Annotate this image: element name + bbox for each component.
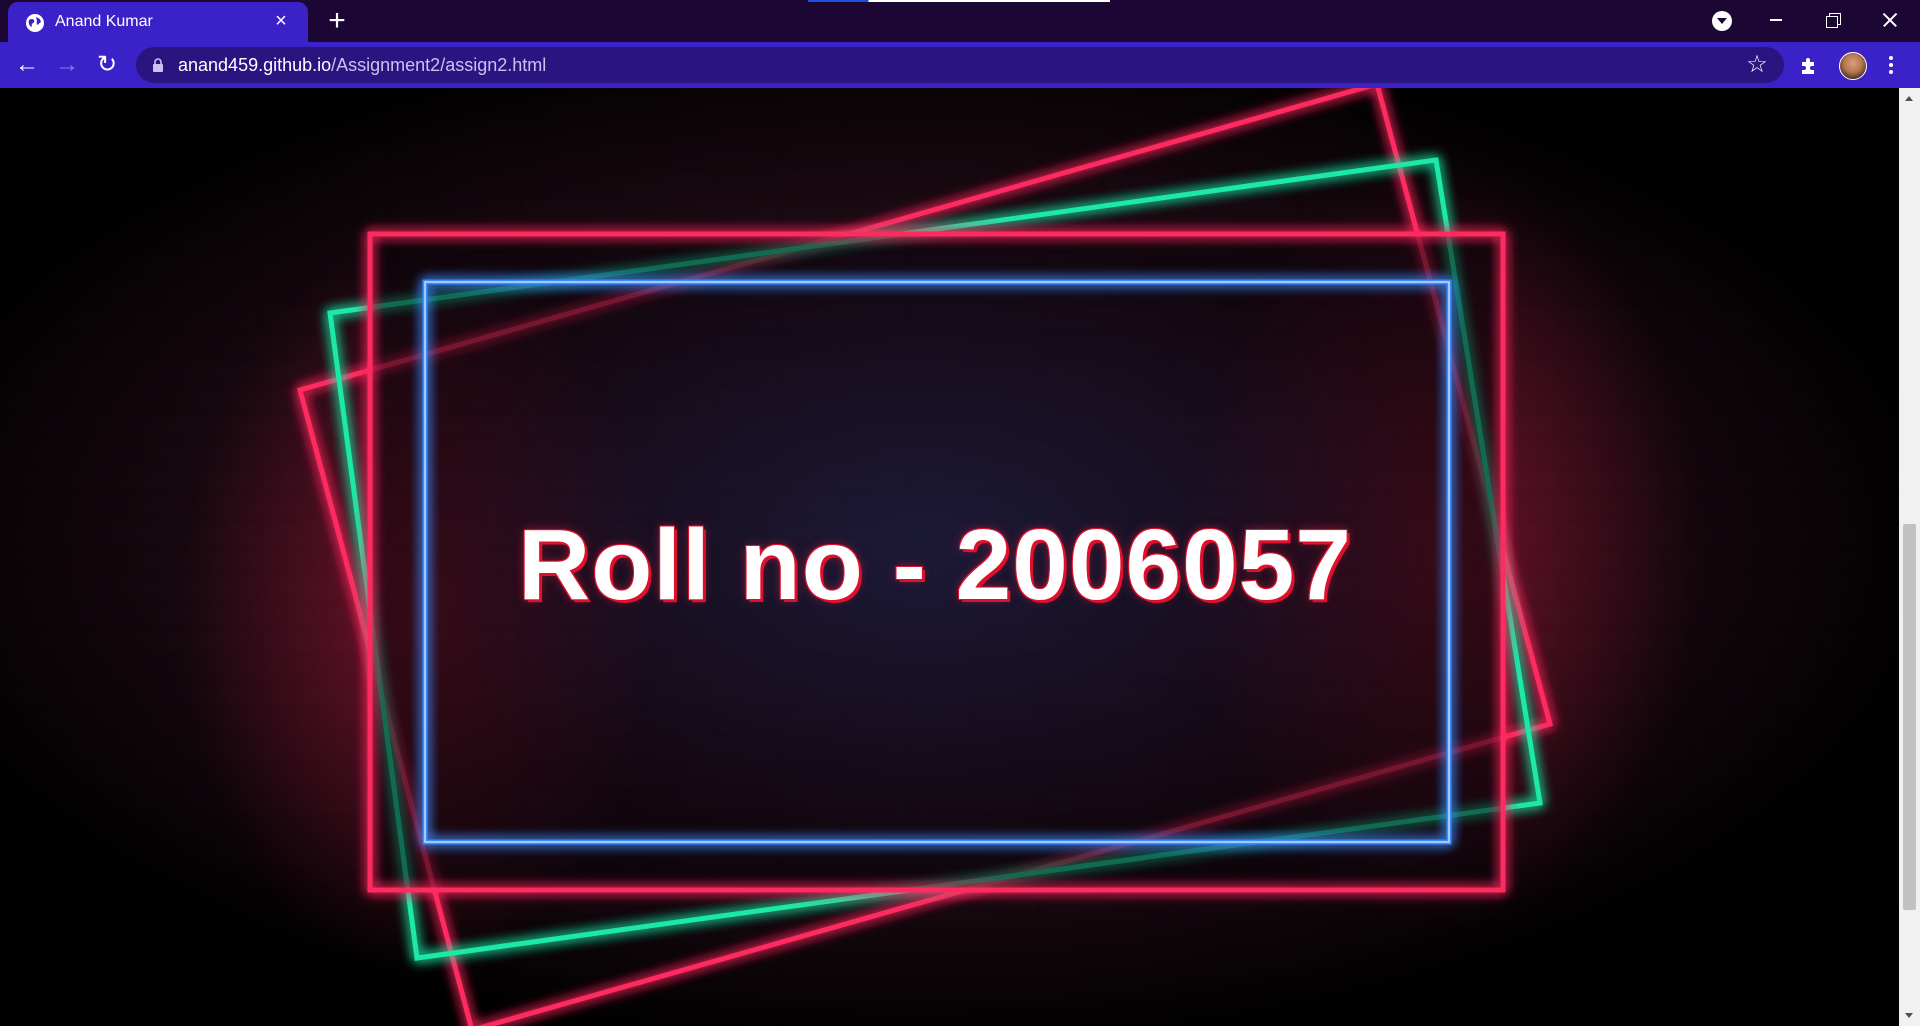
new-tab-button[interactable]: +	[322, 6, 352, 36]
minimize-button[interactable]	[1748, 0, 1804, 40]
back-button[interactable]: ←	[12, 50, 42, 80]
browser-tab[interactable]: Anand Kumar ×	[8, 2, 308, 42]
reload-button[interactable]: ↻	[92, 50, 122, 80]
scroll-down-icon[interactable]	[1905, 1013, 1913, 1018]
scroll-up-icon[interactable]	[1905, 96, 1913, 101]
tab-search-icon[interactable]	[1712, 11, 1732, 31]
more-options-icon[interactable]	[1880, 54, 1902, 76]
tab-close-icon[interactable]: ×	[270, 10, 292, 32]
url-host: anand459.github.io	[178, 55, 332, 75]
forward-button[interactable]: →	[52, 50, 82, 80]
web-page: Roll no - 2006057	[0, 88, 1899, 1026]
tab-title: Anand Kumar	[55, 13, 153, 30]
extensions-icon[interactable]	[1798, 54, 1820, 76]
globe-icon	[26, 14, 44, 32]
browser-toolbar: ← → ↻ anand459.github.io/Assignment2/ass…	[0, 42, 1920, 88]
bookmark-star-icon[interactable]: ☆	[1744, 52, 1770, 78]
close-window-button[interactable]	[1862, 0, 1918, 40]
url-path: /Assignment2/assign2.html	[331, 55, 547, 75]
url-text: anand459.github.io/Assignment2/assign2.h…	[178, 55, 546, 76]
restore-button[interactable]	[1806, 0, 1862, 40]
address-bar[interactable]: anand459.github.io/Assignment2/assign2.h…	[136, 47, 1784, 83]
lock-icon	[153, 58, 163, 72]
avatar[interactable]	[1839, 52, 1867, 80]
page-scrollbar[interactable]	[1899, 88, 1920, 1026]
scroll-thumb[interactable]	[1903, 524, 1916, 910]
loading-indicator	[808, 0, 1110, 2]
roll-number-heading: Roll no - 2006057	[518, 509, 1352, 621]
tab-strip: Anand Kumar × +	[0, 0, 1920, 42]
